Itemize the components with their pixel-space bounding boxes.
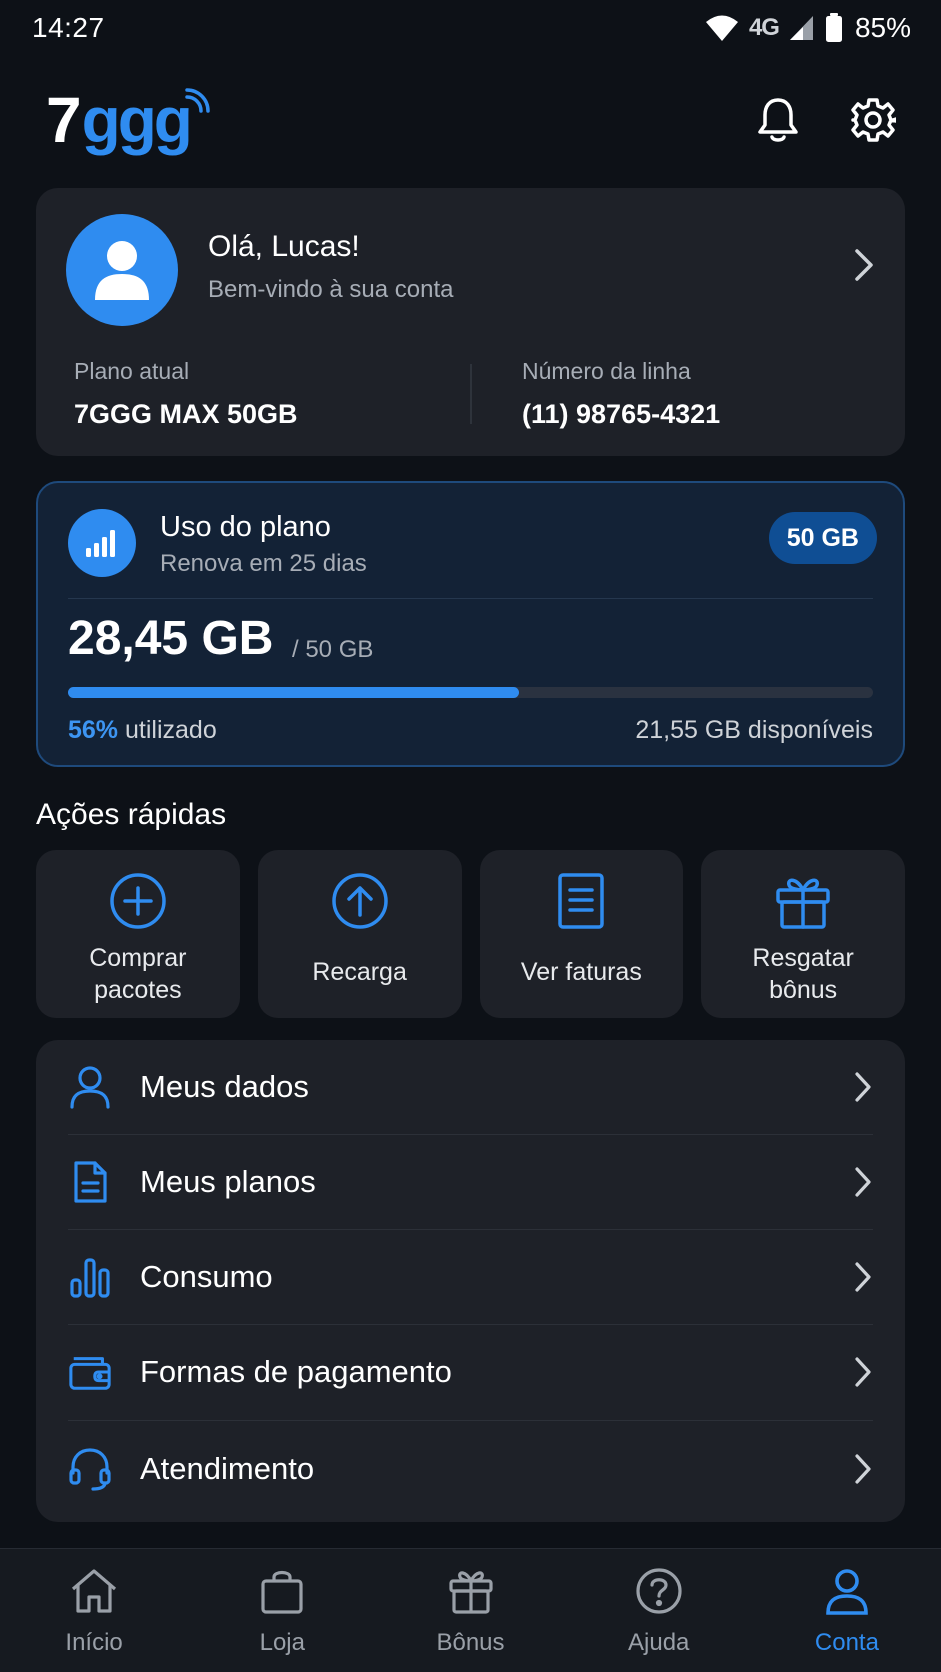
shopping-bag-icon	[260, 1567, 304, 1615]
wifi-icon	[705, 14, 739, 42]
nav-store[interactable]: Loja	[188, 1549, 376, 1672]
welcome-text: Bem-vindo à sua conta	[208, 276, 454, 303]
usage-card[interactable]: Uso do plano Renova em 25 dias 50 GB 28,…	[36, 481, 905, 767]
qa-label: Comprar pacotes	[89, 944, 187, 1004]
status-bar: 14:27 4G 85%	[0, 0, 941, 56]
logo-text: ggg	[81, 84, 193, 156]
app-logo: 7 ggg	[46, 80, 210, 160]
file-icon	[68, 1160, 112, 1204]
menu-label: Consumo	[140, 1259, 273, 1294]
qa-label: Recarga	[312, 958, 407, 986]
document-icon	[556, 872, 606, 930]
gift-icon	[448, 1567, 494, 1615]
menu-divider	[68, 1420, 873, 1421]
line-info: Número da linha (11) 98765-4321	[522, 358, 720, 430]
nav-label: Início	[65, 1629, 123, 1656]
gear-icon	[850, 97, 896, 143]
usage-icon-badge	[68, 509, 136, 577]
qa-label: Ver faturas	[520, 958, 642, 986]
bar-chart-icon	[68, 1255, 112, 1299]
menu-item-payment-methods[interactable]: Formas de pagamento	[36, 1325, 905, 1419]
nav-bonus[interactable]: Bônus	[376, 1549, 564, 1672]
plan-info: Plano atual 7GGG MAX 50GB	[74, 358, 298, 430]
network-type: 4G	[748, 14, 780, 41]
data-used: 28,45 GB	[68, 612, 274, 665]
home-icon	[70, 1567, 118, 1615]
info-divider	[470, 364, 472, 424]
battery-icon	[825, 13, 843, 43]
plus-circle-icon	[109, 872, 167, 930]
data-total: / 50 GB	[292, 636, 374, 663]
nav-account[interactable]: Conta	[753, 1549, 941, 1672]
menu-item-support[interactable]: Atendimento	[36, 1422, 905, 1516]
menu-item-my-data[interactable]: Meus dados	[36, 1040, 905, 1134]
plan-value: 7GGG MAX 50GB	[74, 399, 298, 429]
view-invoices-button[interactable]: Ver faturas	[479, 850, 684, 1018]
menu-label: Formas de pagamento	[140, 1354, 452, 1389]
menu-item-my-plans[interactable]: Meus planos	[36, 1135, 905, 1229]
chevron-right-icon	[853, 1261, 873, 1293]
user-icon	[825, 1567, 869, 1615]
nav-label: Loja	[259, 1629, 305, 1656]
signal-bars-icon	[85, 528, 119, 558]
plan-size-badge: 50 GB	[768, 512, 877, 564]
redeem-bonus-button[interactable]: Resgatar bônus	[701, 850, 905, 1018]
usage-progress-bar	[68, 687, 873, 698]
bottom-nav: Início Loja Bônus Ajuda Conta	[0, 1548, 941, 1672]
data-available: 21,55 GB disponíveis	[635, 716, 873, 744]
user-icon	[68, 1065, 112, 1109]
chevron-right-icon	[853, 248, 875, 282]
arrow-up-circle-icon	[331, 872, 389, 930]
menu-item-consumption[interactable]: Consumo	[36, 1230, 905, 1324]
chevron-right-icon	[853, 1071, 873, 1103]
nav-help[interactable]: Ajuda	[565, 1549, 753, 1672]
wallet-icon	[68, 1350, 112, 1394]
nav-label: Conta	[814, 1629, 879, 1656]
greeting: Olá, Lucas!	[208, 230, 360, 263]
plan-label: Plano atual	[74, 358, 190, 384]
battery-percent: 85%	[854, 12, 911, 43]
recharge-button[interactable]: Recarga	[257, 850, 462, 1018]
renew-text: Renova em 25 dias	[160, 550, 367, 577]
usage-title: Uso do plano	[160, 511, 331, 543]
avatar	[66, 214, 178, 326]
usage-divider	[68, 598, 873, 599]
cell-signal-icon	[789, 15, 815, 41]
percent-value: 56%	[68, 716, 119, 744]
user-avatar-icon	[92, 238, 152, 302]
account-menu: Meus dados Meus planos Consumo Formas de…	[36, 1040, 905, 1522]
profile-card[interactable]: Olá, Lucas! Bem-vindo à sua conta Plano …	[36, 188, 905, 456]
gift-icon	[775, 872, 831, 930]
qa-label: Resgatar bônus	[752, 944, 854, 1004]
nav-home[interactable]: Início	[0, 1549, 188, 1672]
menu-label: Atendimento	[140, 1451, 315, 1486]
quick-actions-title: Ações rápidas	[36, 798, 227, 831]
nav-label: Ajuda	[628, 1629, 690, 1656]
chevron-right-icon	[853, 1453, 873, 1485]
menu-label: Meus planos	[140, 1164, 316, 1199]
bell-icon	[756, 96, 800, 144]
line-value: (11) 98765-4321	[522, 399, 721, 429]
menu-label: Meus dados	[140, 1069, 309, 1104]
usage-percent: 56% utilizado	[68, 716, 217, 745]
settings-button[interactable]	[845, 92, 901, 148]
buy-packages-button[interactable]: Comprar pacotes	[36, 850, 240, 1018]
status-icons: 4G 85%	[705, 12, 911, 44]
notifications-button[interactable]	[750, 92, 806, 148]
headset-icon	[68, 1447, 112, 1491]
nav-label: Bônus	[436, 1629, 505, 1656]
status-time: 14:27	[32, 12, 105, 43]
chevron-right-icon	[853, 1166, 873, 1198]
line-label: Número da linha	[522, 358, 691, 384]
logo-number: 7	[46, 84, 82, 156]
app-header: 7 ggg	[0, 80, 941, 160]
usage-progress-fill	[68, 687, 519, 698]
percent-label: utilizado	[125, 716, 217, 744]
quick-actions-row: Comprar pacotes Recarga Ver faturas Resg…	[36, 850, 905, 1018]
logo-signal-icon	[184, 88, 210, 114]
chevron-right-icon	[853, 1356, 873, 1388]
help-circle-icon	[635, 1567, 683, 1615]
